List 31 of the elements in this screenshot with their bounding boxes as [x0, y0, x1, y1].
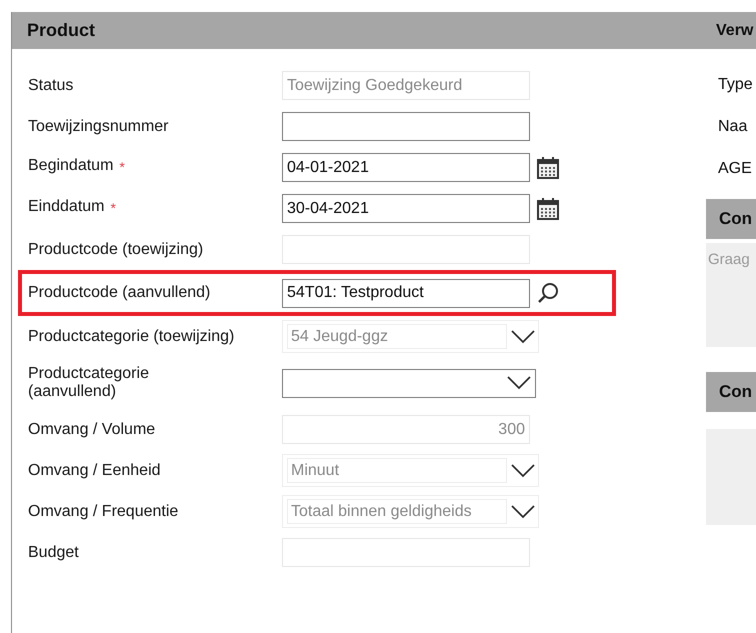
date-field[interactable]: 30-04-2021 [282, 194, 530, 223]
required-mark: * [119, 158, 125, 177]
field-label: Naa [718, 117, 748, 137]
text-field[interactable] [282, 112, 530, 141]
field-label: Toewijzingsnummer [28, 118, 168, 136]
select-field[interactable] [282, 368, 536, 398]
field-label: Productcode (aanvullend) [28, 284, 210, 302]
chevron-down-icon[interactable] [507, 376, 531, 390]
comment-field[interactable]: Graag [706, 243, 756, 347]
lookup-field[interactable]: 54T01: Testproduct [282, 278, 530, 308]
field-label: Omvang / Frequentie [28, 502, 178, 520]
field-label: Omvang / Volume [28, 420, 156, 438]
calendar-icon[interactable] [536, 156, 560, 180]
panel-title: Product [27, 19, 96, 42]
field-label: AGE [718, 159, 753, 179]
field-label: Omvang / Eenheid [28, 462, 161, 480]
panel-title: Verw [716, 20, 754, 40]
search-icon[interactable] [536, 281, 560, 305]
field-label: Einddatum [28, 198, 104, 216]
field-label: Status [28, 76, 74, 94]
field-label: Begindatum [28, 157, 114, 175]
section-title: Con [719, 381, 752, 404]
field-label: Productcategorie (toewijzing) [28, 328, 234, 346]
field-label: Budget [28, 544, 79, 562]
date-field[interactable]: 04-01-2021 [282, 153, 530, 182]
field-label: Type [718, 75, 754, 95]
required-mark: * [110, 199, 116, 218]
calendar-icon[interactable] [536, 196, 560, 220]
field-label: Productcode (toewijzing) [28, 240, 204, 258]
section-title: Con [719, 208, 752, 230]
field-label: Productcategorie (aanvullend) [28, 365, 150, 401]
